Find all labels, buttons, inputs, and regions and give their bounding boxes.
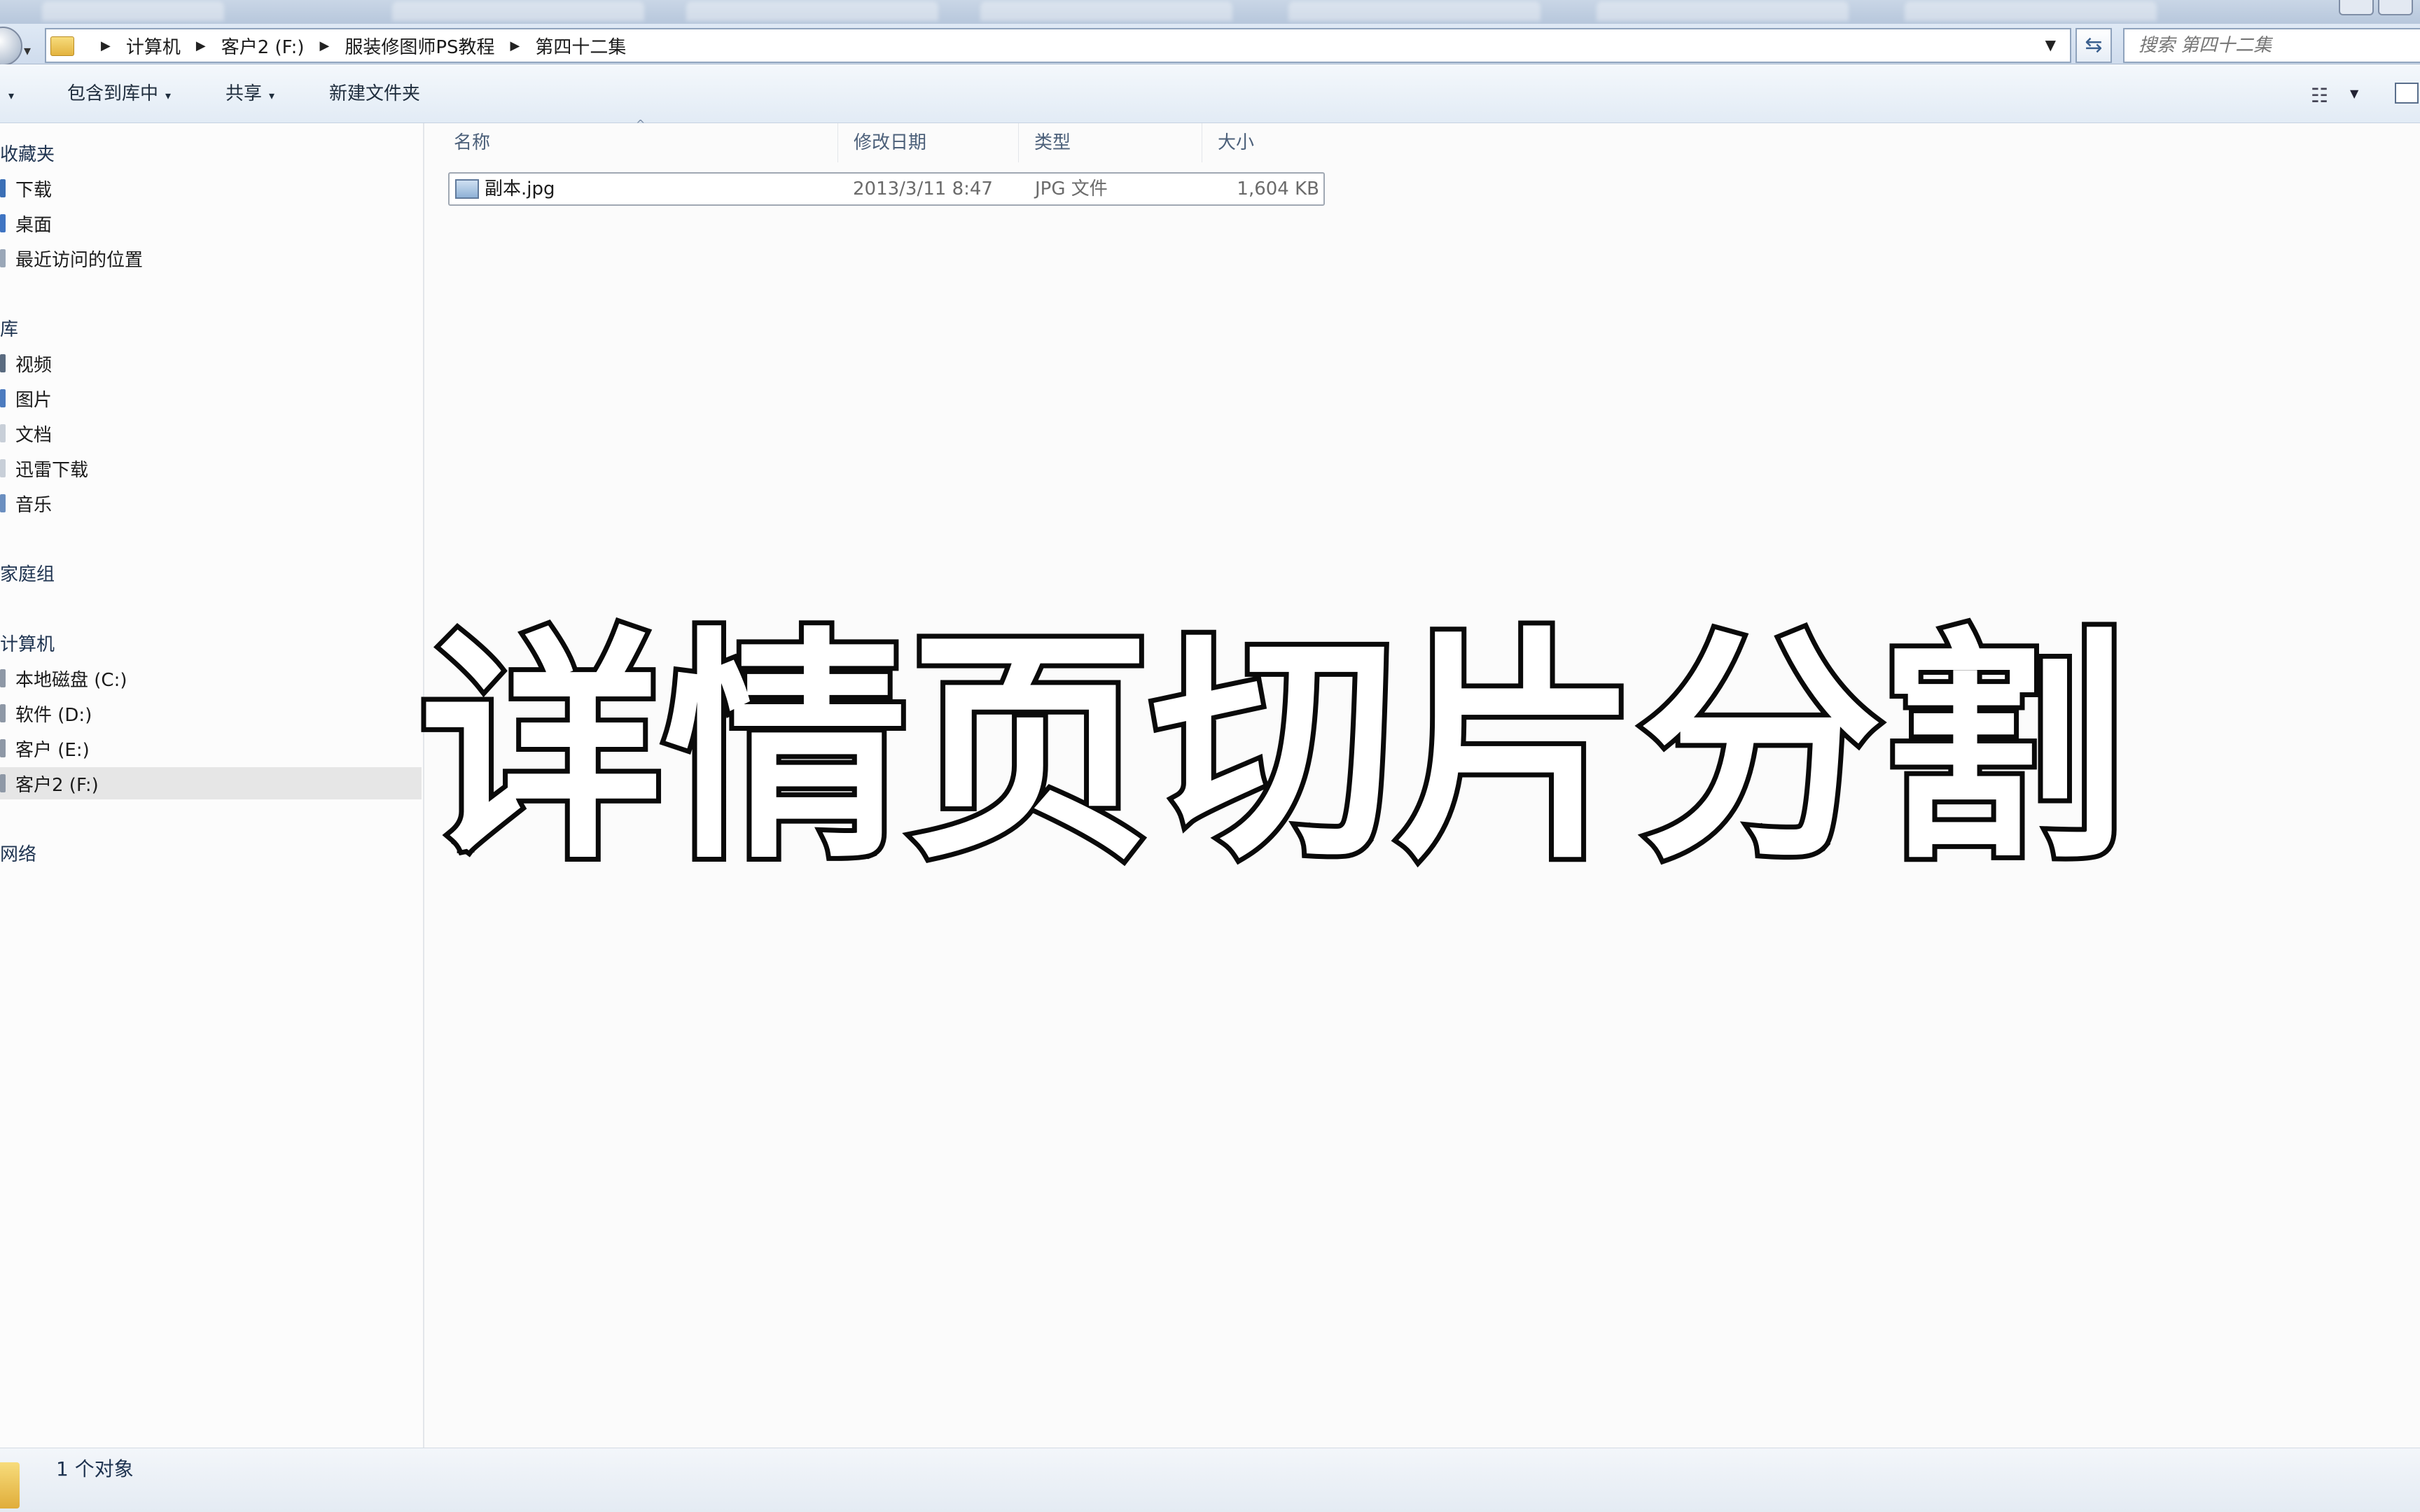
- search-box[interactable]: [2123, 28, 2420, 63]
- sidebar-item-label: 软件 (D:): [15, 704, 92, 726]
- file-type: JPG 文件: [1035, 178, 1108, 200]
- item-count: 1 个对象: [56, 1457, 134, 1480]
- column-header-size[interactable]: 大小: [1202, 123, 1328, 162]
- address-bar: ▾ ▶ 计算机 ▶ 客户2 (F:) ▶ 服装修图师PS教程 ▶ 第四十二集 ▼…: [0, 24, 2420, 66]
- sidebar-item-label: 迅雷下载: [15, 459, 89, 481]
- status-bar: 1 个对象: [0, 1448, 2420, 1512]
- share-label: 共享: [225, 83, 263, 104]
- folder-icon: [0, 459, 6, 477]
- view-options-icon[interactable]: ☷: [2311, 84, 2328, 107]
- sidebar-item-drive-f[interactable]: 客户2 (F:): [0, 767, 422, 799]
- nav-group-network[interactable]: 网络: [0, 840, 36, 866]
- recent-places-icon: [0, 249, 6, 267]
- breadcrumb-separator[interactable]: ▶: [510, 38, 520, 53]
- sidebar-item-drive-c[interactable]: 本地磁盘 (C:): [0, 662, 127, 694]
- video-caption: 详情页切片分割: [415, 606, 2131, 895]
- chevron-down-icon: ▾: [165, 89, 172, 102]
- refresh-button[interactable]: ⇆: [2075, 28, 2112, 63]
- column-header-type[interactable]: 类型: [1018, 123, 1202, 162]
- breadcrumb-separator[interactable]: ▶: [320, 38, 330, 53]
- sidebar-item-thunder-downloads[interactable]: 迅雷下载: [0, 452, 88, 484]
- nav-group-computer[interactable]: 计算机: [0, 630, 55, 656]
- sidebar-item-label: 图片: [15, 389, 53, 411]
- drive-icon: [0, 774, 6, 792]
- video-icon: [0, 354, 6, 372]
- chevron-down-icon: ▾: [8, 89, 15, 102]
- history-dropdown[interactable]: ▾: [24, 42, 31, 59]
- drive-icon: [0, 739, 6, 757]
- column-header-name[interactable]: 名称: [438, 123, 837, 162]
- sidebar-item-documents[interactable]: 文档: [0, 417, 52, 449]
- breadcrumb-computer[interactable]: 计算机: [126, 33, 181, 59]
- sidebar-item-label: 本地磁盘 (C:): [15, 669, 127, 691]
- drive-icon: [0, 669, 6, 687]
- navigation-pane: 收藏夹 下载 桌面 最近访问的位置 库 视频 图片 文档 迅雷下载 音乐 家庭组…: [0, 123, 424, 1448]
- command-toolbar: ▾ 包含到库中 ▾ 共享 ▾ 新建文件夹 ☷ ▼: [0, 64, 2420, 123]
- minimize-button[interactable]: [2339, 0, 2374, 15]
- window-controls: [2339, 0, 2413, 15]
- nav-group-homegroup[interactable]: 家庭组: [0, 560, 55, 586]
- nav-group-favorites[interactable]: 收藏夹: [0, 140, 55, 166]
- folder-icon: [0, 1462, 20, 1508]
- view-dropdown[interactable]: ▼: [2350, 87, 2358, 100]
- nav-group-libraries[interactable]: 库: [0, 315, 18, 341]
- sidebar-item-desktop[interactable]: 桌面: [0, 207, 52, 239]
- image-file-icon: [455, 179, 479, 199]
- file-size: 1,604 KB: [1237, 178, 1319, 200]
- sidebar-item-label: 最近访问的位置: [15, 249, 144, 271]
- breadcrumb-separator[interactable]: ▶: [196, 38, 206, 53]
- refresh-icon: ⇆: [2085, 33, 2103, 57]
- new-folder-label: 新建文件夹: [329, 83, 421, 104]
- back-button[interactable]: [0, 27, 22, 66]
- include-library-button[interactable]: 包含到库中 ▾: [67, 64, 171, 123]
- document-icon: [0, 424, 6, 442]
- address-dropdown[interactable]: ▼: [2045, 36, 2056, 53]
- sidebar-item-drive-e[interactable]: 客户 (E:): [0, 732, 90, 764]
- organize-dropdown[interactable]: ▾: [1, 64, 14, 123]
- sidebar-item-music[interactable]: 音乐: [0, 487, 52, 519]
- file-date: 2013/3/11 8:47: [853, 178, 993, 200]
- sidebar-item-label: 桌面: [15, 214, 53, 236]
- file-name: 副本.jpg: [485, 178, 555, 200]
- drive-icon: [0, 704, 6, 722]
- new-folder-button[interactable]: 新建文件夹: [329, 64, 420, 123]
- sidebar-item-label: 文档: [15, 424, 53, 446]
- include-library-label: 包含到库中: [67, 83, 159, 104]
- sidebar-item-label: 视频: [15, 354, 53, 376]
- file-row[interactable]: 副本.jpg 2013/3/11 8:47 JPG 文件 1,604 KB: [448, 172, 1325, 206]
- download-icon: [0, 179, 6, 197]
- breadcrumb-separator[interactable]: ▶: [101, 38, 111, 53]
- share-button[interactable]: 共享 ▾: [225, 64, 274, 123]
- desktop-icon: [0, 214, 6, 232]
- picture-icon: [0, 389, 6, 407]
- sidebar-item-label: 客户2 (F:): [15, 774, 99, 796]
- sidebar-item-label: 下载: [15, 179, 53, 201]
- sidebar-item-downloads[interactable]: 下载: [0, 172, 52, 204]
- sidebar-item-label: 音乐: [15, 494, 53, 516]
- folder-icon: [50, 36, 74, 56]
- breadcrumb-folder[interactable]: 服装修图师PS教程: [345, 33, 494, 59]
- sidebar-item-recent[interactable]: 最近访问的位置: [0, 242, 143, 274]
- maximize-button[interactable]: [2378, 0, 2413, 15]
- chevron-down-icon: ▾: [269, 89, 275, 102]
- column-header-date[interactable]: 修改日期: [837, 123, 1018, 162]
- breadcrumb-current[interactable]: 第四十二集: [535, 33, 626, 59]
- sidebar-item-pictures[interactable]: 图片: [0, 382, 52, 414]
- sidebar-item-drive-d[interactable]: 软件 (D:): [0, 697, 92, 729]
- window-tab-strip: [0, 0, 2420, 24]
- music-icon: [0, 494, 6, 512]
- preview-pane-icon[interactable]: [2395, 83, 2419, 104]
- breadcrumb[interactable]: ▶ 计算机 ▶ 客户2 (F:) ▶ 服装修图师PS教程 ▶ 第四十二集 ▼: [45, 28, 2071, 63]
- sidebar-item-label: 客户 (E:): [15, 739, 90, 761]
- breadcrumb-drive[interactable]: 客户2 (F:): [221, 33, 305, 59]
- sidebar-item-videos[interactable]: 视频: [0, 347, 52, 379]
- search-input[interactable]: [2125, 29, 2420, 62]
- column-header-row: 名称 修改日期 类型 大小: [438, 123, 1328, 162]
